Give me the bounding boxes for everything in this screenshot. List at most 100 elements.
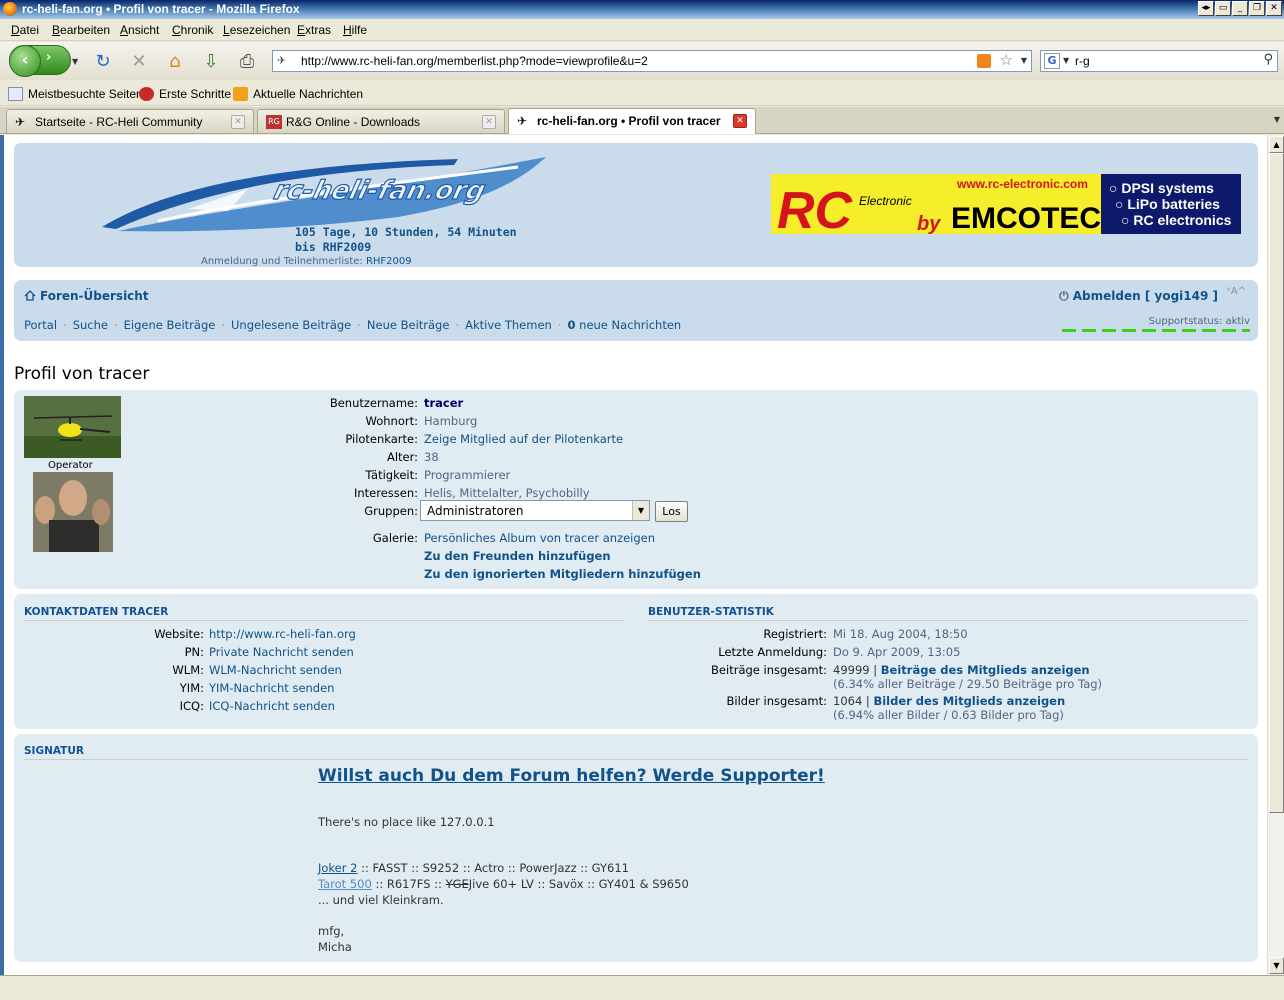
- stats-heading: Benutzer-Statistik: [648, 606, 774, 618]
- nav-link-aktive-themen[interactable]: Aktive Themen: [465, 318, 552, 332]
- tab-profil-von-tracer[interactable]: ✈ rc-heli-fan.org • Profil von tracer ✕: [508, 108, 756, 134]
- maximize-button[interactable]: ❐: [1249, 1, 1265, 16]
- bookmarks-toolbar: Meistbesuchte Seiten Erste Schritte Aktu…: [0, 82, 1284, 106]
- menu-datei[interactable]: Datei: [11, 23, 39, 37]
- scroll-thumb[interactable]: [1269, 153, 1284, 813]
- icq-message-link[interactable]: ICQ-Nachricht senden: [209, 699, 335, 713]
- signature-heading: Signatur: [24, 745, 84, 757]
- support-status: Supportstatus: aktiv: [1062, 316, 1250, 332]
- menu-lesezeichen[interactable]: Lesezeichen: [223, 23, 290, 37]
- font-size-change-icon[interactable]: ᵛA^: [1227, 286, 1246, 297]
- field-label: WLM:: [172, 663, 204, 677]
- search-input[interactable]: [1075, 53, 1245, 69]
- forum-nav-panel: Foren-Übersicht ⏻ Abmelden [ yogi149 ] ᵛ…: [14, 280, 1258, 341]
- forward-button[interactable]: ›: [46, 50, 51, 65]
- wlm-message-link[interactable]: WLM-Nachricht senden: [209, 663, 342, 677]
- bookmark-erste-schritte[interactable]: Erste Schritte: [139, 87, 231, 101]
- close-button[interactable]: ✕: [1266, 1, 1282, 16]
- signature-panel: Signatur Willst auch Du dem Forum helfen…: [14, 734, 1258, 962]
- signature-name: Micha: [318, 940, 352, 954]
- search-engine-dropdown-icon[interactable]: ▼: [1063, 56, 1069, 65]
- bookmark-label: Meistbesuchte Seiten: [28, 87, 143, 101]
- groups-go-button[interactable]: Los: [655, 501, 688, 522]
- search-bar[interactable]: G ▼ ⚲: [1040, 50, 1278, 72]
- scroll-down-icon[interactable]: ▼: [1269, 957, 1284, 974]
- menu-extras[interactable]: Extras: [297, 23, 331, 37]
- tab-close-icon[interactable]: ✕: [231, 115, 245, 129]
- url-bar[interactable]: ✈ ☆ ▼: [272, 50, 1032, 72]
- gallery-link[interactable]: Persönliches Album von tracer anzeigen: [424, 531, 655, 545]
- menu-chronik[interactable]: Chronik: [172, 23, 213, 37]
- tab-list-dropdown-icon[interactable]: ▼: [1274, 115, 1280, 124]
- window-title: rc-heli-fan.org • Profil von tracer - Mo…: [22, 2, 300, 16]
- minimize-button[interactable]: _: [1232, 1, 1248, 16]
- forum-header: rc-heli-fan.org 105 Tage, 10 Stunden, 54…: [14, 143, 1258, 267]
- nav-link-ungelesene-beitraege[interactable]: Ungelesene Beiträge: [231, 318, 351, 332]
- bookmark-star-icon[interactable]: ☆: [1000, 51, 1013, 69]
- select-dropdown-icon[interactable]: ▼: [632, 501, 649, 520]
- add-ignore-link[interactable]: Zu den ignorierten Mitgliedern hinzufüge…: [424, 567, 701, 581]
- tab-rg-online[interactable]: RG R&G Online - Downloads ✕: [257, 109, 505, 133]
- add-friend-link[interactable]: Zu den Freunden hinzufügen: [424, 549, 611, 563]
- new-messages-label: neue Nachrichten: [579, 318, 682, 332]
- print-icon[interactable]: ⎙: [236, 51, 258, 73]
- helicopter-avatar: [24, 396, 121, 458]
- signature-setup-1: Joker 2 :: FASST :: S9252 :: Actro :: Po…: [318, 860, 825, 876]
- vertical-scrollbar[interactable]: ▲ ▼: [1267, 135, 1284, 975]
- history-dropdown-icon[interactable]: ▼: [72, 57, 78, 66]
- nav-link-suche[interactable]: Suche: [73, 318, 108, 332]
- yim-message-link[interactable]: YIM-Nachricht senden: [209, 681, 334, 695]
- tab-label: Startseite - RC-Heli Community: [35, 115, 203, 129]
- pilot-map-link[interactable]: Zeige Mitglied auf der Pilotenkarte: [424, 432, 623, 446]
- logout-link[interactable]: ⏻ Abmelden [ yogi149 ]: [1059, 289, 1218, 304]
- tab-startseite[interactable]: ✈ Startseite - RC-Heli Community ✕: [6, 109, 254, 133]
- rss-feed-icon[interactable]: [977, 54, 991, 68]
- stop-icon[interactable]: ✕: [128, 51, 150, 73]
- forum-index-link[interactable]: Foren-Übersicht: [24, 289, 149, 303]
- signature-line: There's no place like 127.0.0.1: [318, 815, 495, 829]
- banner-line-2: LiPo batteries: [1127, 196, 1220, 212]
- url-dropdown-icon[interactable]: ▼: [1021, 56, 1027, 65]
- supporter-link[interactable]: Willst auch Du dem Forum helfen? Werde S…: [318, 768, 825, 785]
- home-icon[interactable]: ⌂: [164, 51, 186, 73]
- url-input[interactable]: [301, 53, 961, 69]
- bookmark-meistbesuchte[interactable]: Meistbesuchte Seiten: [8, 87, 143, 101]
- tarot-receiver: :: R617FS ::: [371, 877, 446, 891]
- back-button[interactable]: ‹: [9, 45, 41, 77]
- username-value: tracer: [424, 396, 464, 410]
- groups-select[interactable]: Administratoren ▼: [420, 500, 650, 521]
- menu-ansicht[interactable]: Ansicht: [120, 23, 159, 37]
- registration-link[interactable]: RHF2009: [366, 256, 412, 267]
- profile-panel: Operator Benutzername: tracer Wohnort: H…: [14, 390, 1258, 589]
- menu-hilfe[interactable]: Hilfe: [343, 23, 367, 37]
- posts-search-link[interactable]: Beiträge des Mitglieds anzeigen: [881, 663, 1090, 677]
- download-icon[interactable]: ⇩: [200, 51, 222, 73]
- tarot-link[interactable]: Tarot 500: [318, 877, 372, 891]
- menu-bearbeiten[interactable]: Bearbeiten: [52, 23, 110, 37]
- occupation-value: Programmierer: [424, 468, 511, 482]
- website-link[interactable]: http://www.rc-heli-fan.org: [209, 627, 356, 641]
- scroll-up-icon[interactable]: ▲: [1269, 136, 1284, 153]
- section-divider: [24, 759, 1248, 760]
- field-label: Gruppen:: [364, 504, 418, 518]
- search-icon[interactable]: ⚲: [1263, 52, 1273, 67]
- bookmark-aktuelle-nachrichten[interactable]: Aktuelle Nachrichten: [233, 87, 363, 101]
- window-extra-icon[interactable]: ▭: [1215, 1, 1231, 16]
- emcotec-banner[interactable]: www.rc-electronic.com RC Electronic by E…: [771, 174, 1241, 234]
- joker-link[interactable]: Joker 2: [318, 861, 357, 875]
- google-engine-icon[interactable]: G: [1044, 53, 1060, 69]
- nav-link-neue-beitraege[interactable]: Neue Beiträge: [367, 318, 450, 332]
- tab-close-icon[interactable]: ✕: [733, 114, 747, 128]
- nav-link-portal[interactable]: Portal: [24, 318, 57, 332]
- window-restore-extra-icon[interactable]: ◂▸: [1198, 1, 1214, 16]
- tab-close-icon[interactable]: ✕: [482, 115, 496, 129]
- age-value: 38: [424, 450, 439, 464]
- private-message-link[interactable]: Private Nachricht senden: [209, 645, 354, 659]
- nav-link-eigene-beitraege[interactable]: Eigene Beiträge: [124, 318, 216, 332]
- groups-selected-value: Administratoren: [427, 504, 524, 518]
- countdown-line: 105 Tage, 10 Stunden, 54 Minuten: [295, 225, 517, 239]
- images-search-link[interactable]: Bilder des Mitglieds anzeigen: [873, 694, 1065, 708]
- reload-icon[interactable]: ↻: [92, 51, 114, 73]
- nav-link-new-messages[interactable]: 0 neue Nachrichten: [567, 318, 681, 332]
- firefox-bookmark-icon: [139, 87, 154, 101]
